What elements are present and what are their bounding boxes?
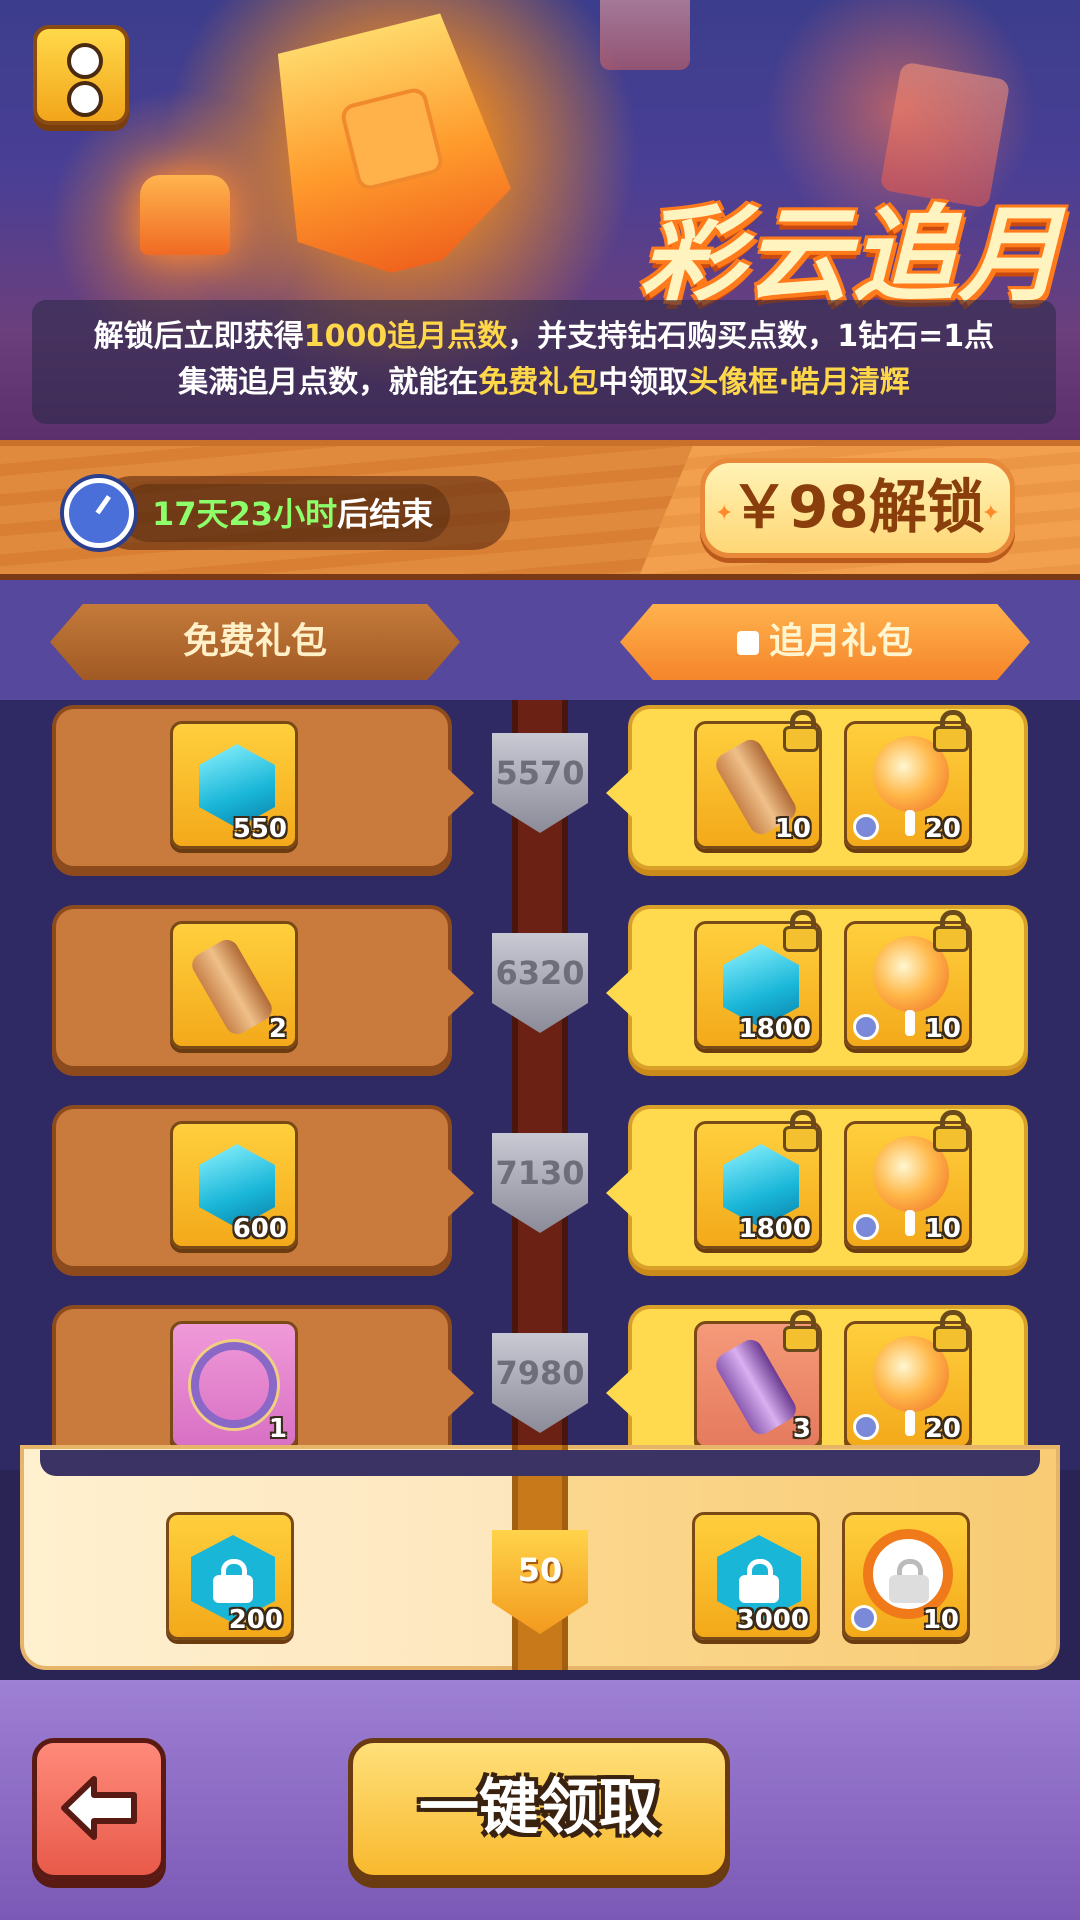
item-quantity: 1800	[738, 1014, 811, 1044]
free-reward-item[interactable]: 600	[170, 1121, 298, 1249]
preview-paid-item[interactable]: 10	[842, 1512, 970, 1640]
description-line-2: 集满追月点数，就能在免费礼包中领取头像框·皓月清辉	[32, 360, 1056, 406]
premium-reward-item[interactable]: 10	[844, 1110, 972, 1249]
lock-icon	[781, 910, 823, 952]
lock-icon	[781, 710, 823, 752]
event-description: 解锁后立即获得1000追月点数，并支持钻石购买点数，1钻石=1点 集满追月点数，…	[32, 300, 1056, 424]
item-quantity: 2	[268, 1014, 287, 1044]
item-quantity: 1	[268, 1414, 287, 1444]
item-quantity: 1800	[738, 1214, 811, 1244]
claim-all-button[interactable]: 一键领取	[348, 1738, 730, 1880]
menu-dot-icon	[67, 43, 103, 79]
description-line-1: 解锁后立即获得1000追月点数，并支持钻石购买点数，1钻石=1点	[32, 314, 1056, 360]
lock-icon	[213, 1559, 253, 1603]
points-badge: 5570	[492, 733, 588, 833]
unlock-button-label: ￥98解锁	[730, 473, 985, 541]
premium-reward-item[interactable]: 20	[844, 710, 972, 849]
desc-highlight: 头像框·皓月清辉	[688, 365, 910, 400]
free-reward-item[interactable]: 1	[170, 1321, 298, 1449]
lantern-decoration	[600, 0, 690, 70]
reward-row: 550 5570 10 20	[0, 705, 1080, 895]
free-reward-item[interactable]: 550	[170, 721, 298, 849]
lock-icon	[781, 1110, 823, 1152]
item-quantity: 20	[924, 1414, 961, 1444]
lantern-stem	[905, 1010, 915, 1036]
points-badge: 6320	[492, 933, 588, 1033]
item-quantity: 3	[792, 1414, 811, 1444]
desc-text: ，并支持钻石购买点数，1钻石=1点	[507, 319, 995, 354]
info-menu-button[interactable]	[33, 25, 129, 125]
item-quantity: 3000	[736, 1605, 809, 1635]
lock-icon	[931, 1110, 973, 1152]
lantern-stem	[905, 1210, 915, 1236]
desc-text: 集满追月点数，就能在	[178, 365, 479, 400]
lock-icon	[889, 1559, 929, 1603]
lock-icon	[736, 631, 759, 655]
back-arrow-icon	[61, 1776, 137, 1840]
item-quantity: 10	[922, 1605, 959, 1635]
lock-icon	[739, 1559, 779, 1603]
free-reward-card: 600	[52, 1105, 474, 1270]
countdown-value: 17天23小时	[152, 495, 338, 533]
free-reward-card: 2	[52, 905, 474, 1070]
clock-icon	[853, 1414, 879, 1440]
claim-all-label: 一键领取	[419, 1773, 659, 1843]
premium-reward-card: 1800 10	[606, 1105, 1028, 1270]
sparkle-icon: ✦	[981, 501, 1000, 526]
lantern-stem	[905, 810, 915, 836]
points-badge: 7130	[492, 1133, 588, 1233]
tab-free-pack[interactable]: 免费礼包	[50, 604, 460, 680]
lock-icon	[781, 1310, 823, 1352]
avatar-frame-icon	[191, 1342, 277, 1428]
clock-icon	[64, 478, 134, 548]
event-countdown: 17天23小时后结束	[152, 489, 433, 535]
preview-paid-item[interactable]: 3000	[692, 1512, 820, 1640]
scroll-icon	[187, 935, 277, 1039]
premium-reward-item[interactable]: 10	[844, 910, 972, 1049]
lock-icon	[931, 710, 973, 752]
premium-reward-item[interactable]: 1800	[694, 910, 822, 1049]
clock-icon	[853, 1214, 879, 1240]
clock-icon	[853, 1014, 879, 1040]
clock-icon	[853, 814, 879, 840]
desc-text: 解锁后立即获得	[93, 319, 304, 354]
item-quantity: 10	[924, 1214, 961, 1244]
item-quantity: 550	[232, 814, 287, 844]
item-quantity: 20	[924, 814, 961, 844]
item-quantity: 600	[232, 1214, 287, 1244]
preview-free-item[interactable]: 200	[166, 1512, 294, 1640]
points-badge: 7980	[492, 1333, 588, 1433]
item-quantity: 10	[774, 814, 811, 844]
premium-reward-item[interactable]: 10	[694, 710, 822, 849]
desc-text: 中领取	[598, 365, 689, 400]
reward-row: 600 7130 1800 10	[0, 1105, 1080, 1295]
lantern-stem	[905, 1410, 915, 1436]
list-bottom-edge	[40, 1450, 1040, 1476]
free-reward-item[interactable]: 2	[170, 921, 298, 1049]
premium-reward-item[interactable]: 20	[844, 1310, 972, 1449]
tab-label: 追月礼包	[768, 621, 913, 662]
desc-highlight: 1000追月点数	[303, 319, 508, 354]
premium-reward-item[interactable]: 3	[694, 1310, 822, 1449]
premium-reward-card: 1800 10	[606, 905, 1028, 1070]
lock-icon	[931, 1310, 973, 1352]
tab-moon-pack[interactable]: 追月礼包	[620, 604, 1030, 680]
item-quantity: 10	[924, 1014, 961, 1044]
sparkle-icon: ✦	[715, 501, 734, 526]
event-title: 彩云追月	[640, 194, 1065, 316]
tab-label: 免费礼包	[182, 621, 327, 662]
lock-icon	[931, 910, 973, 952]
reward-row: 2 6320 1800 10	[0, 905, 1080, 1095]
premium-reward-card: 10 20	[606, 705, 1028, 870]
menu-dot-icon	[67, 81, 103, 117]
item-quantity: 200	[228, 1605, 283, 1635]
unlock-premium-button[interactable]: ✦ ￥98解锁 ✦	[700, 458, 1015, 558]
countdown-suffix: 后结束	[337, 495, 434, 533]
premium-reward-item[interactable]: 1800	[694, 1110, 822, 1249]
desc-highlight: 免费礼包	[478, 365, 599, 400]
lantern-decoration	[140, 175, 230, 255]
clock-icon	[851, 1605, 877, 1631]
free-reward-card: 550	[52, 705, 474, 870]
